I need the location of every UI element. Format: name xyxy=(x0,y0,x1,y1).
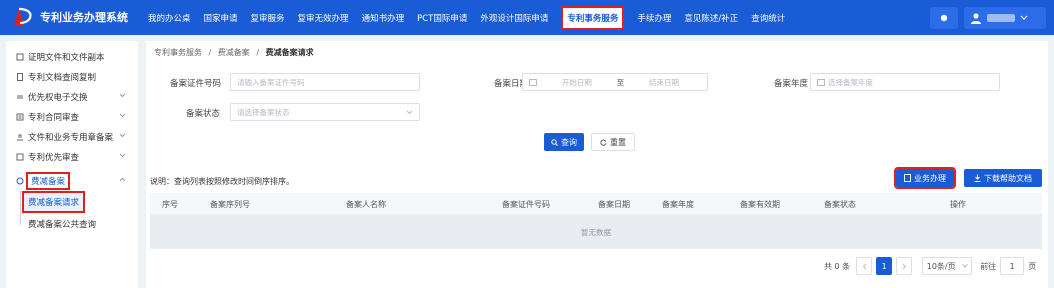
download-icon xyxy=(974,174,981,182)
download-help-button[interactable]: 下载帮助文档 xyxy=(964,169,1042,187)
status-select[interactable]: 请选择备案状态 xyxy=(230,103,420,121)
breadcrumb-root[interactable]: 专利事务服务 xyxy=(154,48,202,57)
col-serial: 备案序列号 xyxy=(210,200,250,209)
sidebar: 证明文件和文件副本 专利文档查阅复制 优先权电子交换 专利合同审查 文件和业务专… xyxy=(6,41,138,288)
date-to-text: 至 xyxy=(616,77,625,87)
chevron-down-icon xyxy=(961,264,968,268)
document-icon xyxy=(904,174,911,182)
breadcrumb: 专利事务服务 / 费减备案 / 费减备案请求 xyxy=(154,47,314,58)
main-nav: 我的办公桌 国家申请 复审服务 复审无效办理 通知书办理 PCT国际申请 外观设… xyxy=(148,0,798,35)
nav-query-statistics[interactable]: 查询统计 xyxy=(751,12,785,24)
nav-my-desk[interactable]: 我的办公桌 xyxy=(148,12,191,24)
sidebar-item-document-copy[interactable]: 专利文档查阅复制 xyxy=(6,67,138,87)
notification-button[interactable] xyxy=(930,6,958,29)
nav-procedures[interactable]: 手续办理 xyxy=(637,12,671,24)
sidebar-item-seal-filing[interactable]: 文件和业务专用章备案 xyxy=(6,127,138,147)
breadcrumb-parent[interactable]: 费减备案 xyxy=(218,48,250,57)
col-date: 备案日期 xyxy=(598,200,630,209)
col-applicant: 备案人名称 xyxy=(346,200,386,209)
sidebar-item-fee-reduction[interactable]: 费减备案 xyxy=(6,171,138,191)
next-page-button[interactable] xyxy=(896,257,913,275)
exchange-icon xyxy=(17,95,23,99)
total-count: 共 0 条 xyxy=(824,261,851,271)
business-handle-button[interactable]: 业务办理 xyxy=(894,167,956,189)
calendar-icon xyxy=(817,79,825,86)
date-end-input[interactable]: 结束日期 xyxy=(649,77,679,88)
nav-notification[interactable]: 通知书办理 xyxy=(362,12,405,24)
page-size-select[interactable]: 10条/页 xyxy=(922,257,973,275)
sidebar-item-priority-exchange[interactable]: 优先权电子交换 xyxy=(6,87,138,107)
col-actions: 操作 xyxy=(950,200,966,209)
col-index: 序号 xyxy=(162,200,178,209)
calendar-icon xyxy=(529,79,537,86)
user-menu[interactable] xyxy=(964,6,1046,29)
main-panel: 专利事务服务 / 费减备案 / 费减备案请求 备案证件号码 请输入备案证件号码 … xyxy=(146,41,1048,288)
chevron-down-icon xyxy=(119,133,126,138)
logo-icon xyxy=(14,7,32,25)
date-range-picker[interactable]: 开始日期 至 结束日期 xyxy=(522,73,708,91)
pagination: 共 0 条 1 10条/页 前往 1 页 xyxy=(824,257,1036,275)
chevron-down-icon xyxy=(119,113,126,118)
col-year: 备案年度 xyxy=(662,200,694,209)
search-icon xyxy=(551,138,558,146)
chevron-down-icon xyxy=(1020,15,1028,20)
contract-icon xyxy=(16,113,24,121)
sidebar-item-priority-review[interactable]: 专利优先审查 xyxy=(6,147,138,167)
priority-icon xyxy=(16,153,24,161)
chevron-left-icon xyxy=(862,263,867,269)
col-cert-no: 备案证件号码 xyxy=(502,200,550,209)
col-status: 备案状态 xyxy=(824,200,856,209)
top-bar: 专利业务办理系统 我的办公桌 国家申请 复审服务 复审无效办理 通知书办理 PC… xyxy=(0,0,1054,35)
year-label: 备案年度 xyxy=(774,79,809,89)
refresh-icon xyxy=(600,139,607,146)
tree-line xyxy=(20,191,21,225)
nav-invalidation[interactable]: 复审无效办理 xyxy=(298,12,349,24)
sidebar-sub-fee-request[interactable]: 费减备案请求 xyxy=(21,191,86,213)
prev-page-button[interactable] xyxy=(856,257,873,275)
status-label: 备案状态 xyxy=(186,109,221,119)
nav-reexamination-service[interactable]: 复审服务 xyxy=(251,12,285,24)
breadcrumb-current: 费减备案请求 xyxy=(265,48,314,57)
certificate-icon xyxy=(16,53,24,61)
chevron-down-icon xyxy=(406,110,413,114)
sidebar-sub-fee-public-query[interactable]: 费减备案公共查询 xyxy=(28,215,96,233)
chevron-down-icon xyxy=(119,153,126,158)
sort-note: 说明：查询列表按照修改时间倒序排序。 xyxy=(150,177,294,186)
col-validity: 备案有效期 xyxy=(740,200,780,209)
chevron-up-icon xyxy=(119,177,126,182)
document-icon xyxy=(17,73,23,81)
page-suffix: 页 xyxy=(1028,261,1037,271)
reset-button[interactable]: 重置 xyxy=(591,133,635,151)
nav-design-international[interactable]: 外观设计国际申请 xyxy=(480,12,548,24)
stamp-icon xyxy=(17,134,23,141)
user-name-masked xyxy=(987,13,1015,22)
query-button[interactable]: 查询 xyxy=(544,133,584,151)
top-right-tools xyxy=(930,5,1046,30)
cert-no-label: 备案证件号码 xyxy=(170,79,222,89)
table-header: 序号 备案序列号 备案人名称 备案证件号码 备案日期 备案年度 备案有效期 备案… xyxy=(150,193,1042,215)
year-picker[interactable]: 选择备案年度 xyxy=(810,73,1000,91)
sidebar-item-certificates[interactable]: 证明文件和文件副本 xyxy=(6,47,138,67)
sidebar-item-contract-review[interactable]: 专利合同审查 xyxy=(6,107,138,127)
page-1-button[interactable]: 1 xyxy=(876,257,893,275)
chevron-down-icon xyxy=(119,93,126,98)
chevron-right-icon xyxy=(902,263,906,269)
goto-page-input[interactable]: 1 xyxy=(1000,257,1025,275)
nav-national-application[interactable]: 国家申请 xyxy=(204,12,238,24)
app-logo[interactable]: 专利业务办理系统 xyxy=(10,5,128,29)
date-start-input[interactable]: 开始日期 xyxy=(562,77,592,88)
fee-icon xyxy=(16,177,24,185)
avatar-icon xyxy=(971,12,981,24)
breadcrumb-separator: / xyxy=(208,48,212,57)
app-title: 专利业务办理系统 xyxy=(40,11,128,24)
bell-icon xyxy=(940,14,948,21)
goto-label: 前往 xyxy=(980,261,997,271)
nav-opinion-correction[interactable]: 意见陈述/补正 xyxy=(684,12,738,24)
nav-pct[interactable]: PCT国际申请 xyxy=(417,12,467,24)
table-empty: 暂无数据 xyxy=(150,215,1042,249)
cert-no-input[interactable]: 请输入备案证件号码 xyxy=(230,73,420,91)
nav-patent-affairs[interactable]: 专利事务服务 xyxy=(561,5,625,30)
breadcrumb-separator: / xyxy=(256,48,260,57)
